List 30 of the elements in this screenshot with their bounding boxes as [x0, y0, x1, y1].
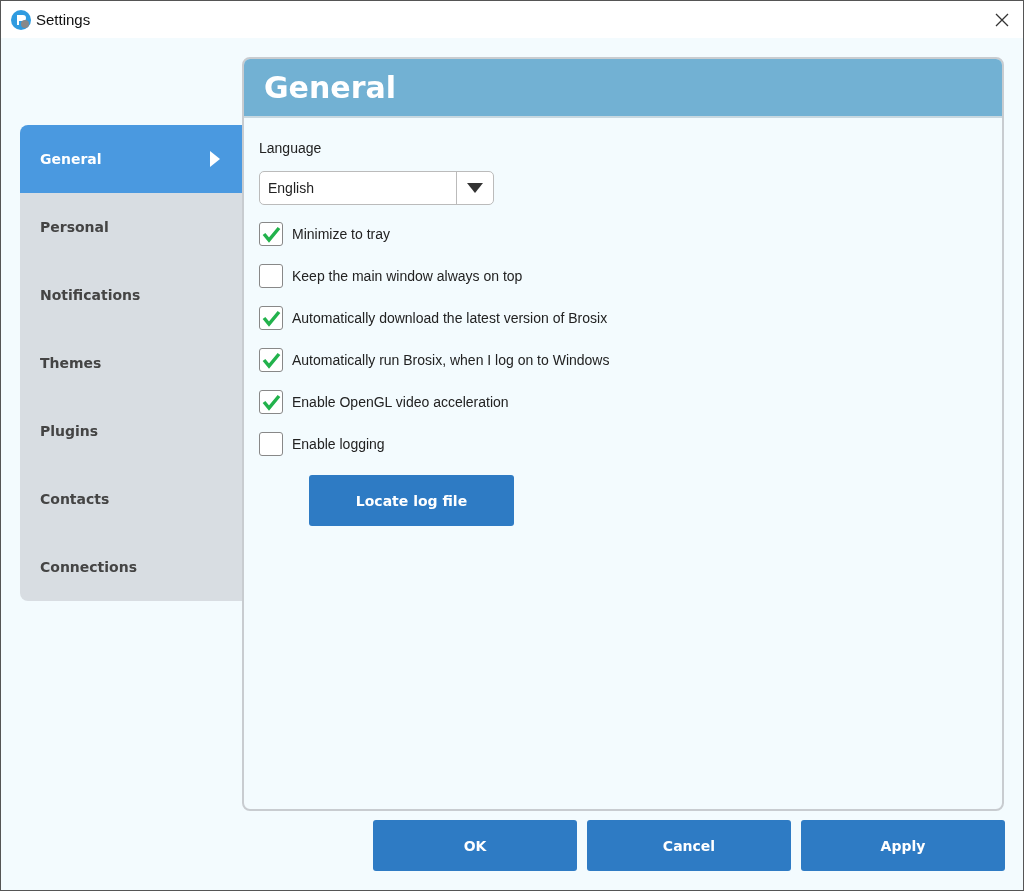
- sidebar-item[interactable]: Contacts: [20, 465, 242, 533]
- checkbox-label: Automatically download the latest version of Brosix: [292, 310, 608, 326]
- checkbox[interactable]: [259, 222, 283, 246]
- window-title: Settings: [36, 11, 91, 28]
- checkbox[interactable]: [259, 348, 283, 372]
- ok-button[interactable]: OK: [373, 820, 577, 871]
- sidebar-item[interactable]: Personal: [20, 193, 242, 261]
- language-dropdown[interactable]: English: [259, 171, 494, 205]
- caret-icon: [467, 183, 483, 193]
- locate-log-file-button[interactable]: Locate log file: [309, 475, 514, 526]
- checkbox[interactable]: [259, 306, 283, 330]
- checkbox-label: Enable OpenGL video acceleration: [292, 394, 509, 410]
- apply-button[interactable]: Apply: [801, 820, 1005, 871]
- checkbox[interactable]: [259, 432, 283, 456]
- sidebar-item[interactable]: Connections: [20, 533, 242, 601]
- checkbox-label: Minimize to tray: [292, 226, 391, 242]
- cancel-button[interactable]: Cancel: [587, 820, 791, 871]
- checkbox-label: Keep the main window always on top: [292, 268, 523, 284]
- checkbox[interactable]: [259, 390, 283, 414]
- panel-title: General: [264, 70, 396, 105]
- checkbox-label: Automatically run Brosix, when I log on to Windows: [292, 352, 610, 368]
- triangle-icon: [210, 151, 220, 167]
- close-icon[interactable]: [995, 12, 1009, 27]
- language-label: Language: [259, 140, 322, 156]
- checkbox-label: Enable logging: [292, 436, 385, 452]
- sidebar-item[interactable]: Notifications: [20, 261, 242, 329]
- sidebar-item[interactable]: Plugins: [20, 397, 242, 465]
- checkbox[interactable]: [259, 264, 283, 288]
- app-logo-icon: [11, 9, 31, 30]
- sidebar-item[interactable]: Themes: [20, 329, 242, 397]
